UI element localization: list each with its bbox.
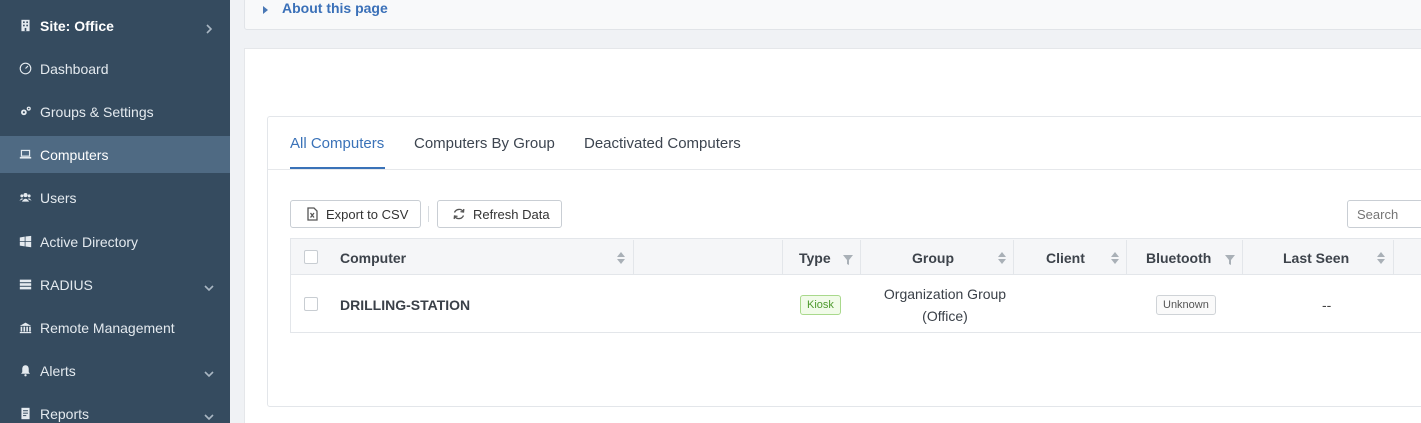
column-divider bbox=[1242, 240, 1243, 274]
computer-name[interactable]: DRILLING-STATION bbox=[340, 297, 470, 313]
dashboard-gauge-icon bbox=[17, 61, 33, 77]
about-link[interactable]: About this page bbox=[282, 0, 388, 16]
sidebar-item-users[interactable]: Users bbox=[0, 179, 230, 216]
column-divider bbox=[782, 240, 783, 274]
chevron-down-icon bbox=[204, 409, 214, 420]
sidebar-item-label: Groups & Settings bbox=[40, 103, 154, 120]
sidebar-item-radius[interactable]: RADIUS bbox=[0, 266, 230, 303]
sidebar-item-label: Remote Management bbox=[40, 319, 175, 336]
search-input[interactable] bbox=[1347, 200, 1421, 228]
sort-icon[interactable] bbox=[1111, 251, 1119, 264]
sidebar-item-reports[interactable]: Reports bbox=[0, 395, 230, 423]
column-divider bbox=[1126, 240, 1127, 274]
sort-icon[interactable] bbox=[998, 251, 1006, 264]
column-header-last-seen[interactable]: Last Seen bbox=[1283, 250, 1349, 266]
file-excel-icon bbox=[305, 207, 319, 221]
group-cell: Organization Group (Office) bbox=[866, 283, 1024, 327]
filter-icon[interactable] bbox=[843, 252, 853, 265]
sidebar-item-label: Users bbox=[40, 189, 77, 206]
tab-all-computers[interactable]: All Computers bbox=[290, 135, 384, 152]
sidebar-item-label: Alerts bbox=[40, 362, 76, 379]
chevron-right-icon bbox=[204, 21, 214, 34]
caret-right-icon bbox=[263, 6, 268, 14]
refresh-data-label: Refresh Data bbox=[473, 206, 550, 222]
sidebar-item-label: RADIUS bbox=[40, 276, 93, 293]
site-selector[interactable]: Site: Office bbox=[0, 7, 230, 44]
export-csv-label: Export to CSV bbox=[326, 206, 409, 222]
chevron-down-icon bbox=[204, 366, 214, 377]
building-icon bbox=[17, 18, 33, 34]
sort-icon[interactable] bbox=[617, 251, 625, 264]
select-all-checkbox[interactable] bbox=[304, 250, 318, 264]
column-header-computer[interactable]: Computer bbox=[340, 250, 406, 266]
tab-computers-by-group[interactable]: Computers By Group bbox=[414, 135, 555, 152]
column-divider bbox=[633, 240, 634, 274]
column-divider bbox=[860, 240, 861, 274]
sidebar-item-active-directory[interactable]: Active Directory bbox=[0, 223, 230, 260]
refresh-icon bbox=[452, 207, 466, 221]
building-columns-icon bbox=[17, 320, 33, 336]
column-header-group[interactable]: Group bbox=[912, 250, 954, 266]
group-site: (Office) bbox=[922, 308, 968, 324]
sidebar-item-label: Computers bbox=[40, 146, 109, 163]
export-csv-button[interactable]: Export to CSV bbox=[290, 200, 421, 228]
about-panel: About this page bbox=[244, 0, 1421, 30]
type-badge: Kiosk bbox=[800, 295, 841, 315]
last-seen-value: -- bbox=[1322, 297, 1332, 313]
server-icon bbox=[17, 277, 33, 293]
windows-icon bbox=[17, 234, 33, 250]
tabs-divider bbox=[268, 169, 1421, 170]
column-header-client[interactable]: Client bbox=[1046, 250, 1085, 266]
site-label: Site: Office bbox=[40, 17, 114, 34]
sidebar-item-label: Dashboard bbox=[40, 60, 109, 77]
sidebar: Site: Office Dashboard Groups & Settings… bbox=[0, 0, 230, 423]
chevron-down-icon bbox=[204, 280, 214, 291]
column-header-type[interactable]: Type bbox=[799, 250, 831, 266]
toolbar-separator bbox=[428, 206, 429, 222]
column-divider bbox=[1393, 240, 1394, 274]
users-icon bbox=[17, 190, 33, 206]
bell-icon bbox=[17, 363, 33, 379]
table-header bbox=[290, 238, 1421, 275]
bluetooth-badge: Unknown bbox=[1156, 295, 1216, 315]
sidebar-item-label: Reports bbox=[40, 405, 90, 422]
laptop-icon bbox=[17, 147, 33, 163]
column-divider bbox=[1013, 240, 1014, 274]
row-checkbox[interactable] bbox=[304, 297, 318, 311]
tab-deactivated-computers[interactable]: Deactivated Computers bbox=[584, 135, 741, 152]
sidebar-item-computers[interactable]: Computers bbox=[0, 136, 230, 173]
reports-icon bbox=[17, 406, 33, 422]
column-header-bluetooth[interactable]: Bluetooth bbox=[1146, 250, 1211, 266]
sort-icon[interactable] bbox=[1377, 251, 1385, 264]
sidebar-item-groups-settings[interactable]: Groups & Settings bbox=[0, 93, 230, 130]
sidebar-item-dashboard[interactable]: Dashboard bbox=[0, 50, 230, 87]
refresh-data-button[interactable]: Refresh Data bbox=[437, 200, 562, 228]
gears-icon bbox=[17, 104, 33, 120]
sidebar-item-alerts[interactable]: Alerts bbox=[0, 352, 230, 389]
sidebar-item-remote-management[interactable]: Remote Management bbox=[0, 309, 230, 346]
group-name: Organization Group bbox=[883, 286, 1007, 302]
sidebar-item-label: Active Directory bbox=[40, 233, 139, 250]
filter-icon[interactable] bbox=[1225, 252, 1235, 265]
